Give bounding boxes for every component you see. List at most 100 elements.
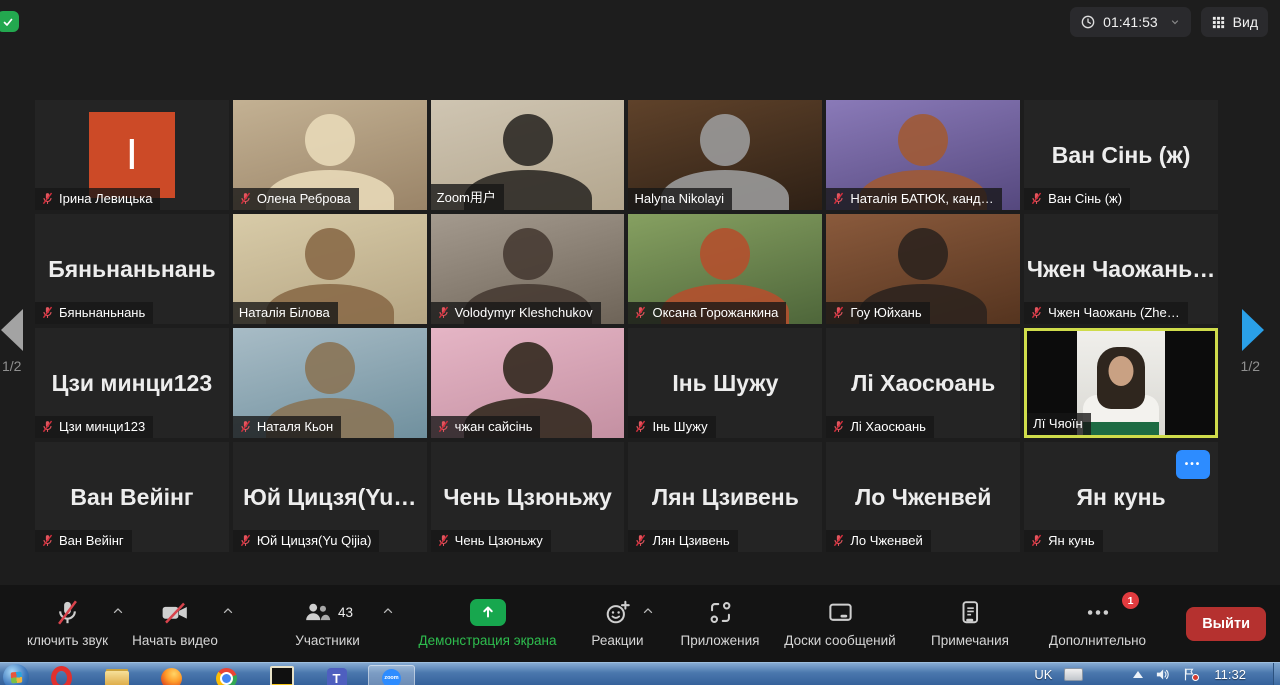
toolbar-notes-button[interactable]: Примечания (905, 585, 1035, 662)
toolbar-label: Доски сообщений (784, 633, 896, 648)
toolbar-whiteboards-button[interactable]: Доски сообщений (770, 585, 910, 662)
participant-name-label: Ірина Левицька (35, 188, 161, 210)
participant-name-label: чжан сайсінь (430, 416, 541, 438)
hidden-icons-chevron[interactable] (1133, 671, 1144, 678)
notification-flag-icon[interactable] (1182, 667, 1200, 682)
participant-name-label: Лян Цзивень (628, 530, 738, 552)
participant-name-label: Цзи минци123 (35, 416, 154, 438)
grid-view-icon (1211, 15, 1226, 30)
meeting-timer[interactable]: 01:41:53 (1070, 7, 1191, 37)
participant-tile[interactable]: Лі Хаосюань Лі Хаосюань (826, 328, 1021, 438)
muted-mic-icon (438, 534, 448, 547)
participant-name-label: Наталя Кьон (232, 416, 342, 438)
leave-button[interactable]: Выйти (1186, 607, 1266, 641)
participant-name-label: Zoom用户 (430, 184, 504, 210)
toolbar-label: Реакции (591, 633, 644, 648)
windows-start-button[interactable] (3, 664, 29, 685)
participant-name-label: Бяньнаньнань (35, 302, 154, 324)
participant-tile[interactable]: Цзи минци123 Цзи минци123 (35, 328, 229, 438)
participant-tile[interactable]: Бяньнаньнань Бяньнаньнань (35, 214, 229, 324)
firefox-icon[interactable] (148, 665, 195, 685)
participant-tile[interactable]: Halyna Nikolayi (628, 100, 823, 210)
taskbar-apps (38, 665, 415, 685)
participant-tile[interactable]: Лян Цзивень Лян Цзивень (628, 442, 823, 552)
participant-tile[interactable]: Ян кунь Ян кунь ••• (1024, 442, 1218, 552)
muted-mic-icon (42, 534, 53, 547)
muted-mic-icon (636, 306, 646, 319)
notes-icon (957, 599, 983, 626)
participant-name-label: Лї Чяоїн (1027, 413, 1091, 435)
muted-mic-icon (834, 534, 844, 547)
muted-mic-icon (42, 306, 53, 319)
participant-tile[interactable]: Volodymyr Kleshchukov (430, 214, 625, 324)
thebat-mail-icon[interactable] (258, 665, 305, 685)
participant-tile[interactable]: Гоу Юйхань (826, 214, 1021, 324)
participant-tile[interactable]: Наталія Білова (232, 214, 427, 324)
muted-mic-icon (42, 420, 53, 433)
participant-tile[interactable]: Zoom用户 (430, 100, 625, 210)
zoom-meeting-window: 01:41:53 Вид І Ірина Левицька Олена Ребр… (0, 0, 1280, 685)
prev-page-arrow[interactable] (1, 309, 23, 351)
windows-taskbar: UK 11:32 (0, 662, 1280, 685)
encryption-shield-icon[interactable] (0, 11, 19, 32)
toolbar-video-button[interactable]: Начать видео (105, 585, 245, 662)
participant-name-label: Ян кунь (1024, 530, 1103, 552)
participant-name-label: Оксана Горожанкина (628, 302, 787, 324)
show-desktop-button[interactable] (1273, 663, 1280, 685)
participants-icon (302, 599, 332, 625)
speaker-icon[interactable] (1155, 667, 1170, 682)
muted-mic-icon (834, 192, 844, 205)
opera-icon[interactable] (38, 665, 85, 685)
toolbar-share-button[interactable]: Демонстрация экрана (400, 585, 575, 662)
keyboard-icon[interactable] (1064, 668, 1084, 681)
muted-mic-icon (1032, 306, 1042, 319)
participant-name-label: Чжен Чаожань (Zhe… (1024, 302, 1188, 324)
language-indicator[interactable]: UK (1034, 667, 1052, 682)
participant-tile[interactable]: І Ірина Левицька (35, 100, 229, 210)
participant-tile[interactable]: Оксана Горожанкина (628, 214, 823, 324)
participant-tile[interactable]: Олена Реброва (232, 100, 427, 210)
participant-name-label: Лі Хаосюань (826, 416, 934, 438)
participant-name-label: Ван Вейінг (35, 530, 132, 552)
participant-tile[interactable]: Ло Чженвей Ло Чженвей (826, 442, 1021, 552)
next-page-arrow[interactable] (1242, 309, 1264, 351)
share-screen-icon (469, 598, 506, 626)
participant-tile[interactable]: Чень Цзюньжу Чень Цзюньжу (430, 442, 625, 552)
zoom-app-icon[interactable] (368, 665, 415, 685)
teams-icon[interactable] (313, 665, 360, 685)
participant-name-label: Наталія БАТЮК, канд… (826, 188, 1002, 210)
participant-name-label: Інь Шужу (628, 416, 716, 438)
reactions-icon (604, 599, 631, 626)
participant-name-label: Halyna Nikolayi (628, 188, 733, 210)
participant-tile[interactable]: Наталя Кьон (232, 328, 427, 438)
toolbar-apps-button[interactable]: Приложения (665, 585, 775, 662)
participant-tile[interactable]: чжан сайсінь (430, 328, 625, 438)
muted-mic-icon (1032, 534, 1042, 547)
tile-more-button[interactable]: ••• (1175, 450, 1210, 479)
caret-down-icon[interactable] (1169, 16, 1181, 28)
chrome-icon[interactable] (203, 665, 250, 685)
meeting-timer-value: 01:41:53 (1103, 14, 1158, 30)
chevron-up-icon[interactable] (381, 604, 395, 618)
chevron-up-icon[interactable] (641, 604, 655, 618)
toolbar-participants-button[interactable]: 43 Участники (250, 585, 405, 662)
chevron-up-icon[interactable] (221, 604, 235, 618)
page-indicator-right: 1/2 (1240, 358, 1260, 374)
participant-tile[interactable]: Інь Шужу Інь Шужу (628, 328, 823, 438)
file-explorer-icon[interactable] (93, 665, 140, 685)
toolbar-label: Демонстрация экрана (418, 633, 557, 648)
participant-tile[interactable]: Ван Вейінг Ван Вейінг (35, 442, 229, 552)
participant-tile[interactable]: Чжен Чаожань… Чжен Чаожань (Zhe… (1024, 214, 1218, 324)
more-dots-icon (1083, 599, 1113, 626)
toolbar-reactions-button[interactable]: Реакции (570, 585, 665, 662)
participant-tile[interactable]: Ван Сінь (ж) Ван Сінь (ж) (1024, 100, 1218, 210)
view-button[interactable]: Вид (1200, 7, 1268, 37)
participant-tile[interactable]: Лї Чяоїн (1024, 328, 1218, 438)
video-muted-icon (160, 599, 190, 626)
participant-tile[interactable]: Наталія БАТЮК, канд… (826, 100, 1021, 210)
participant-tile[interactable]: Юй Цицзя(Yu… Юй Цицзя(Yu Qijia) (232, 442, 427, 552)
toolbar-more-button[interactable]: 1 Дополнительно (1030, 585, 1165, 662)
taskbar-clock[interactable]: 11:32 (1214, 667, 1246, 682)
toolbar-label: ключить звук (26, 633, 109, 648)
apps-icon (707, 599, 734, 626)
